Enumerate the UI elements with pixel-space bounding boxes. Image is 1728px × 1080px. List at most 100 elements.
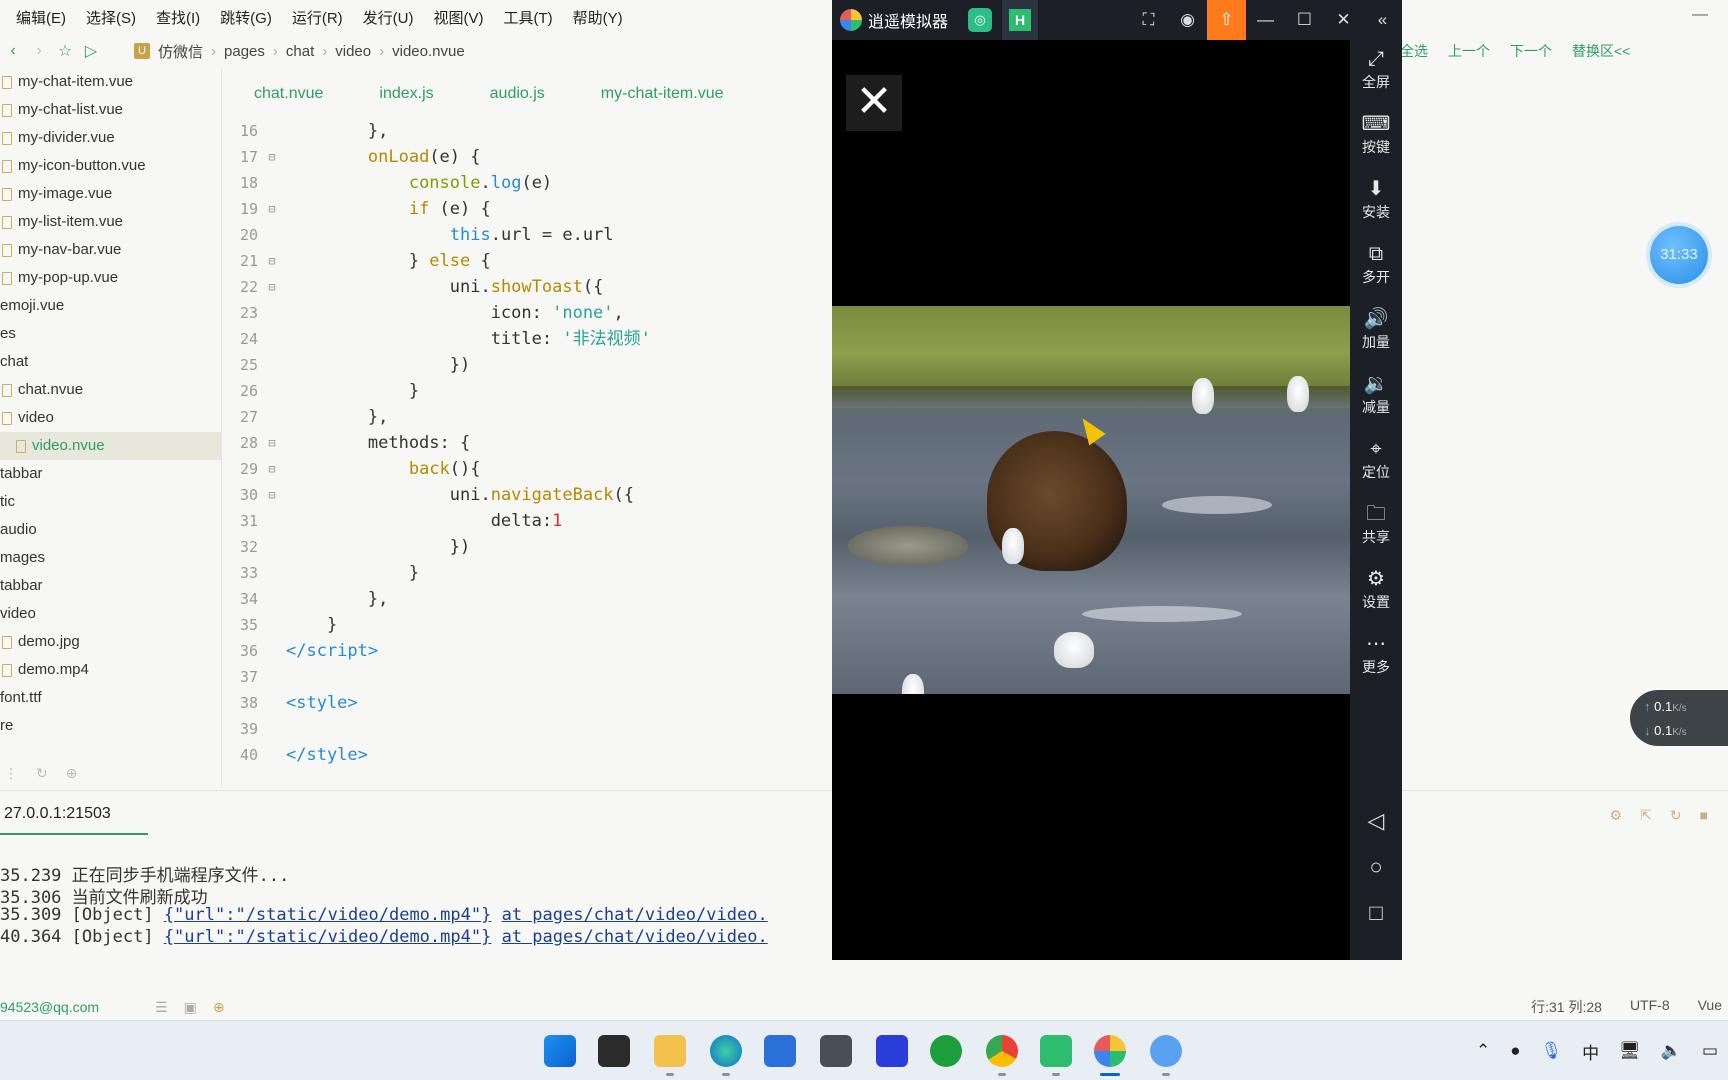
home-tab-icon[interactable]: ◎ [968,8,993,32]
menu-item[interactable]: 选择(S) [86,7,136,28]
editor-tab[interactable]: chat.nvue [226,76,351,112]
find-tool-button[interactable]: 下一个 [1510,41,1552,61]
fold-icon[interactable]: ⊟ [258,456,286,482]
emulator-side-button[interactable]: ⤢ 全屏 [1350,46,1402,92]
tree-item[interactable]: chat [0,348,221,376]
visual-studio-icon[interactable] [876,1035,908,1067]
menu-item[interactable]: 视图(V) [434,7,484,28]
tray-overflow-icon[interactable]: ⌃ [1476,1041,1490,1061]
find-tool-button[interactable]: 全选 [1400,41,1428,61]
fold-icon[interactable] [258,352,286,378]
find-tool-button[interactable]: 上一个 [1448,41,1490,61]
breadcrumb-item[interactable]: video.nvue [392,43,465,60]
microphone-icon[interactable]: 🎙 [1541,1041,1563,1061]
tree-item[interactable]: video [0,600,221,628]
fold-icon[interactable]: ⊟ [258,144,286,170]
input-method-indicator[interactable]: 中 [1582,1039,1599,1064]
fold-icon[interactable]: ⊟ [258,274,286,300]
network-icon[interactable]: 🖥 [1619,1041,1641,1061]
maximize-icon[interactable]: ☐ [1285,10,1324,30]
fold-icon[interactable] [258,170,286,196]
tree-item[interactable]: video.nvue [0,432,221,460]
start-icon[interactable] [544,1035,576,1067]
user-icon[interactable]: ◉ [1168,10,1207,30]
emulator-side-button[interactable]: ⚙ 设置 [1350,566,1402,612]
minimize-icon[interactable]: — [1246,10,1285,30]
globe-icon[interactable]: ⊕ [213,999,225,1016]
menu-item[interactable]: 帮助(Y) [573,7,623,28]
floating-timer[interactable]: 31:33 [1650,226,1708,284]
emulator-side-button[interactable]: ⧉ 多开 [1350,241,1402,287]
tree-item[interactable]: demo.jpg [0,628,221,656]
bug-icon[interactable]: ⚙ [1610,807,1623,824]
reload-icon[interactable]: ↻ [1670,807,1682,824]
store-icon[interactable] [764,1035,796,1067]
xbox-icon[interactable] [930,1035,962,1067]
run-icon[interactable]: ▷ [78,41,104,61]
android-recents-icon[interactable]: □ [1350,900,1402,926]
android-back-icon[interactable]: ◁ [1350,808,1402,834]
edge-icon[interactable] [710,1035,742,1067]
menu-item[interactable]: 运行(R) [292,7,343,28]
globe-icon[interactable]: ⊕ [66,765,78,782]
volume-icon[interactable]: 🔈 [1661,1041,1682,1061]
menu-item[interactable]: 跳转(G) [220,7,272,28]
emulator-taskbar-icon[interactable] [1094,1035,1126,1067]
fold-icon[interactable] [258,560,286,586]
back-icon[interactable]: ‹ [0,42,26,60]
fold-icon[interactable]: ⊟ [258,430,286,456]
menu-item[interactable]: 查找(I) [156,7,200,28]
qq-icon[interactable]: ● [1510,1041,1520,1061]
fold-icon[interactable] [258,638,286,664]
close-video-button[interactable]: ✕ [846,75,902,131]
emulator-side-button[interactable]: ⌨ 按键 [1350,111,1402,157]
menu-item[interactable]: 发行(U) [363,7,414,28]
stop-icon[interactable]: ■ [1700,807,1708,824]
tree-item[interactable]: mages [0,544,221,572]
breadcrumb-item[interactable]: 仿微信 [158,41,203,62]
tree-item[interactable]: es [0,320,221,348]
collapse-icon[interactable]: ⋮ [4,765,18,782]
unity-icon[interactable] [820,1035,852,1067]
code-editor[interactable]: 16 }, 17 ⊟ onLoad(e) {18 console.log(e) 19 ⊟… [226,118,830,788]
file-language[interactable]: Vue [1698,997,1722,1017]
fold-icon[interactable]: ⊟ [258,482,286,508]
tree-item[interactable]: my-pop-up.vue [0,264,221,292]
breadcrumb-item[interactable]: pages [224,43,265,60]
breadcrumb-item[interactable]: chat [286,43,314,60]
ide-minimize-icon[interactable]: — [1692,6,1708,24]
fold-icon[interactable] [258,716,286,742]
fold-icon[interactable] [258,300,286,326]
menu-item[interactable]: 编辑(E) [16,7,66,28]
tree-item[interactable]: emoji.vue [0,292,221,320]
network-speed-widget[interactable]: ↑ 0.1K/s ↓ 0.1K/s [1630,690,1728,746]
list-icon[interactable]: ☰ [155,999,168,1016]
menu-item[interactable]: 工具(T) [504,7,553,28]
forward-icon[interactable]: › [26,42,52,60]
hbuilder-taskbar-icon[interactable] [1040,1035,1072,1067]
tree-item[interactable]: my-chat-list.vue [0,96,221,124]
emulator-side-button[interactable]: 🗀 共享 [1350,501,1402,547]
account-email[interactable]: 94523@qq.com [0,999,99,1015]
editor-tab[interactable]: my-chat-item.vue [573,76,752,112]
fold-icon[interactable] [258,612,286,638]
hbuilder-tab[interactable]: H [1002,0,1039,40]
chrome-icon[interactable] [986,1035,1018,1067]
tree-item[interactable]: my-divider.vue [0,124,221,152]
file-explorer-icon[interactable] [654,1035,686,1067]
tree-item[interactable]: video [0,404,221,432]
tree-item[interactable]: tabbar [0,572,221,600]
star-icon[interactable]: ☆ [52,41,78,61]
collapse-sidebar-icon[interactable]: « [1363,10,1402,30]
tree-item[interactable]: my-nav-bar.vue [0,236,221,264]
editor-tab[interactable]: audio.js [462,76,573,112]
tree-item[interactable]: chat.nvue [0,376,221,404]
tree-item[interactable]: demo.mp4 [0,656,221,684]
tree-item[interactable]: my-list-item.vue [0,208,221,236]
fold-icon[interactable] [258,586,286,612]
fold-icon[interactable] [258,742,286,768]
fold-icon[interactable] [258,508,286,534]
export-icon[interactable]: ⇱ [1640,807,1652,824]
video-player[interactable] [832,306,1350,694]
fold-icon[interactable]: ⊟ [258,196,286,222]
